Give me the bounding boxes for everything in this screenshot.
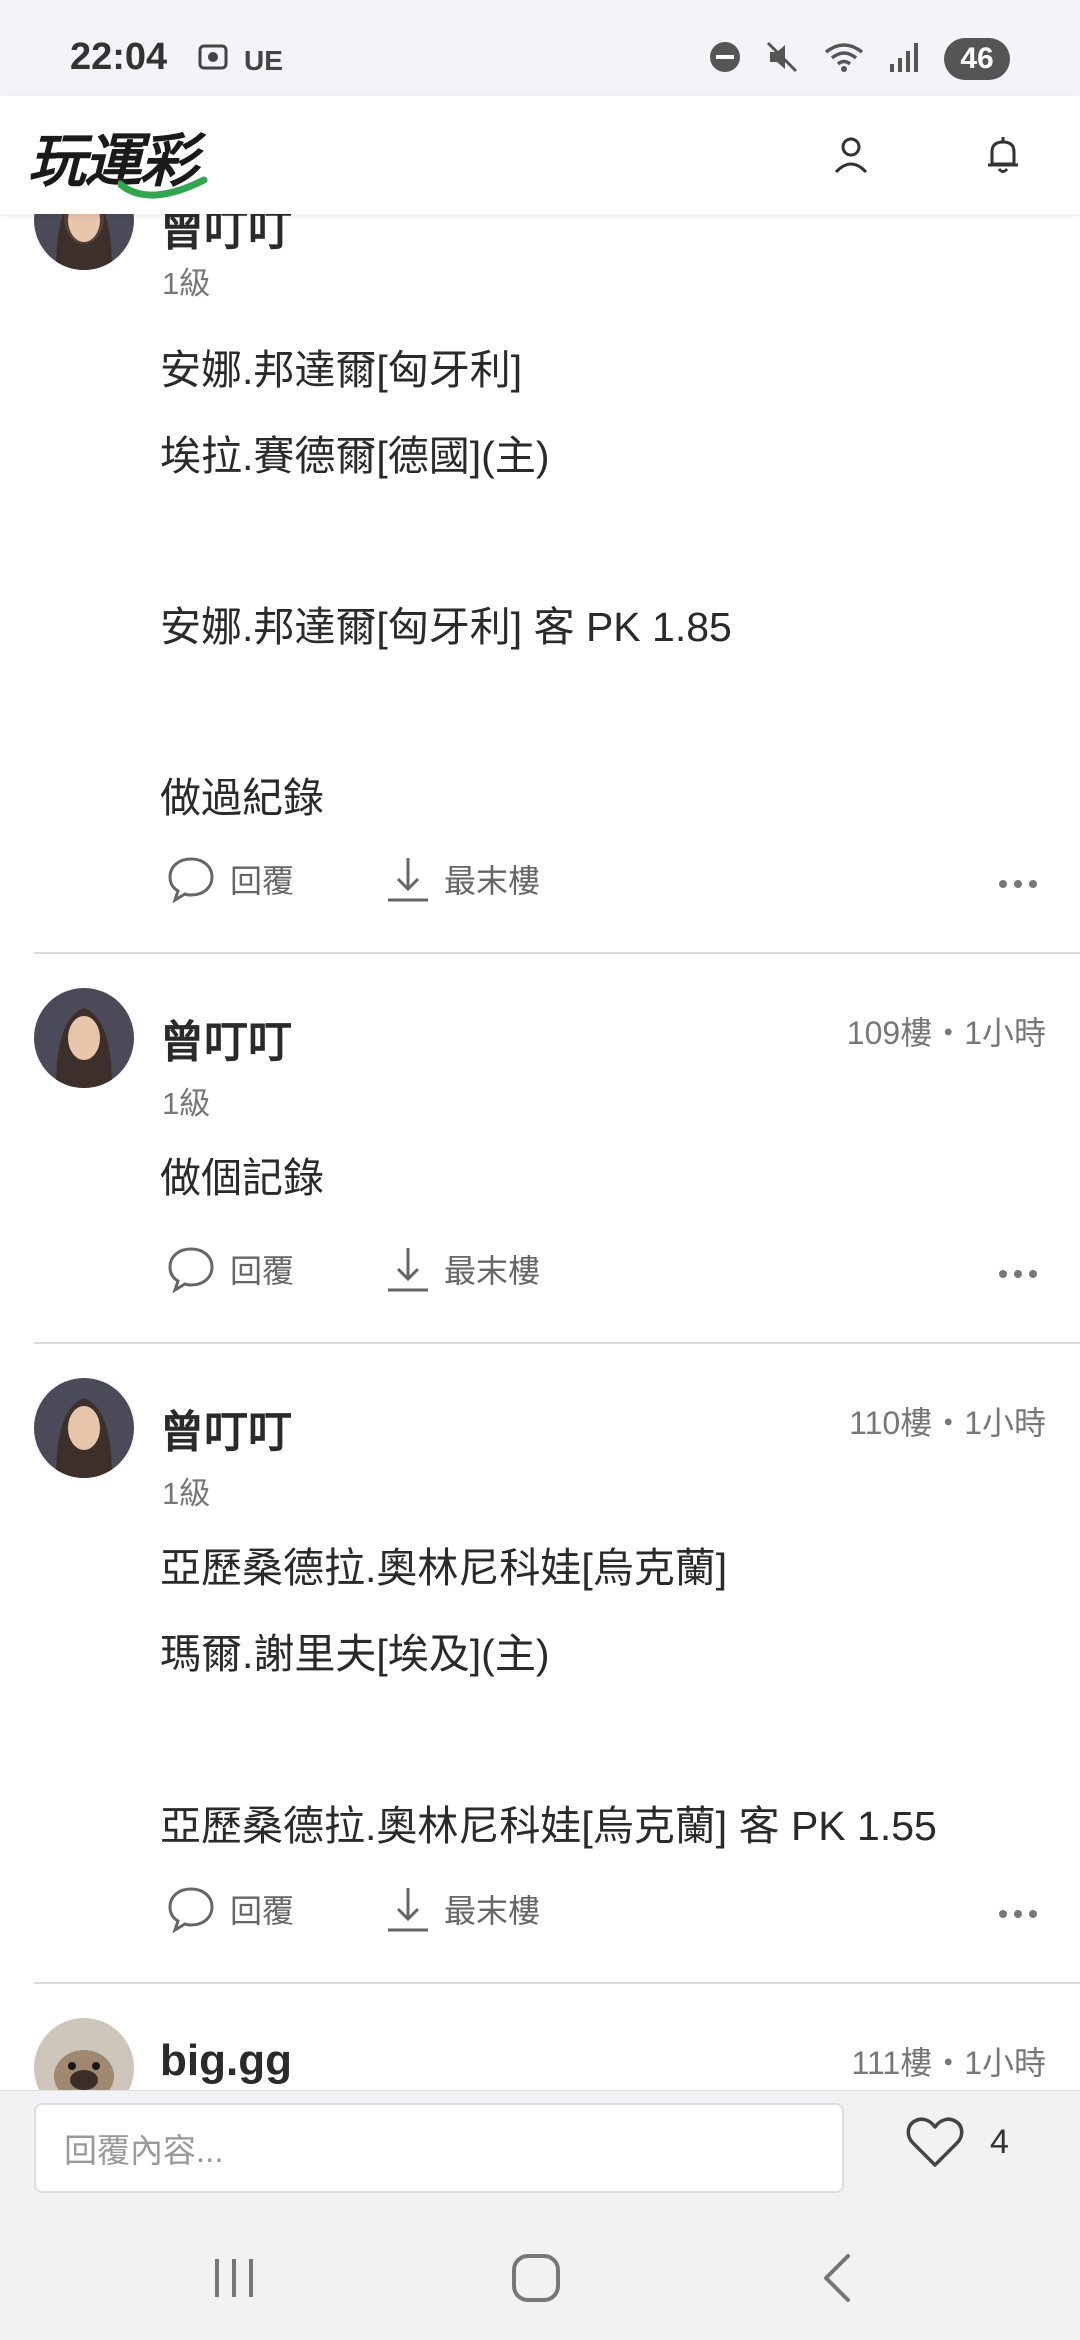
post-body-line: 埃拉.賽德爾[德國](主) [160,433,550,479]
avatar[interactable] [34,2018,134,2090]
user-icon[interactable] [828,132,874,178]
status-time: 22:04 [70,36,168,78]
app-logo[interactable]: 玩運彩 [28,116,208,199]
comment-icon [168,1887,214,1934]
avatar[interactable] [34,1378,134,1478]
wifi-icon [822,40,866,79]
more-icon[interactable] [998,1244,1038,1304]
more-icon[interactable] [998,854,1038,914]
download-icon [388,858,428,902]
avatar[interactable] [34,988,134,1088]
post-actions: 回覆 最末樓 [160,1244,1040,1304]
reply-label: 回覆 [230,1893,295,1929]
username[interactable]: 曾叮叮 [160,1006,292,1070]
post-body-line: 安娜.邦達爾[匈牙利] [160,347,523,393]
reply-label: 回覆 [230,863,295,899]
home-icon[interactable] [506,2248,566,2308]
user-level: 1級 [162,266,211,301]
post-body-line: 亞歷桑德拉.奧林尼科娃[烏克蘭] [160,1545,728,1591]
username[interactable]: big.gg [160,2036,292,2086]
reply-input[interactable]: 回覆內容... [34,2103,844,2193]
logo-swoosh-icon [118,176,208,199]
post-meta: 111樓・1小時 [851,2045,1046,2081]
carrier-tag: UE [244,45,283,76]
user-level: 1級 [162,1476,211,1511]
last-floor-label: 最末樓 [444,1893,541,1929]
heart-icon [906,2117,964,2167]
last-floor-label: 最末樓 [444,1253,541,1289]
recent-apps-icon[interactable] [204,2248,264,2308]
divider [34,952,1080,954]
reply-bar: 回覆內容... 4 [0,2090,1080,2204]
username[interactable]: 曾叮叮 [160,214,292,258]
username[interactable]: 曾叮叮 [160,1396,292,1460]
post-meta: 110樓・1小時 [849,1405,1046,1441]
post-actions: 回覆 最末樓 [160,1884,1040,1944]
mute-icon [764,39,800,80]
download-icon [388,1248,428,1292]
comment-icon [168,1247,214,1294]
bell-icon[interactable] [980,132,1026,178]
like-button[interactable]: 4 [906,2115,1009,2169]
divider [34,1342,1080,1344]
back-icon[interactable] [808,2248,868,2308]
avatar[interactable] [34,214,134,270]
status-bar: 22:04 UE 46 [0,0,1080,96]
post-body-line: 瑪爾.謝里夫[埃及](主) [160,1631,550,1677]
divider [34,1982,1080,1984]
reply-button[interactable]: 回覆 [166,1244,294,1294]
last-floor-button[interactable]: 最末樓 [386,854,540,904]
last-floor-label: 最末樓 [444,863,541,899]
post-actions: 回覆 最末樓 [160,854,1040,914]
reply-label: 回覆 [230,1253,295,1289]
last-floor-button[interactable]: 最末樓 [386,1884,540,1934]
post-body-line: 做過紀錄 [160,775,324,821]
reply-button[interactable]: 回覆 [166,1884,294,1934]
app-header: 玩運彩 [0,96,1080,214]
post-body-line: 亞歷桑德拉.奧林尼科娃[烏克蘭] 客 PK 1.55 [160,1803,937,1849]
thread-content[interactable]: 曾叮叮 1級 安娜.邦達爾[匈牙利] 埃拉.賽德爾[德國](主) 安娜.邦達爾[… [0,214,1080,2090]
more-icon[interactable] [998,1884,1038,1944]
screenshot-icon [196,40,230,82]
signal-icon [888,40,922,79]
post-body-line: 做個記錄 [160,1155,324,1201]
last-floor-button[interactable]: 最末樓 [386,1244,540,1294]
dnd-icon [708,40,742,79]
post-meta: 109樓・1小時 [846,1015,1046,1051]
user-level: 1級 [162,1086,211,1121]
system-nav-bar [0,2204,1080,2340]
comment-icon [168,857,214,904]
reply-button[interactable]: 回覆 [166,854,294,904]
battery-indicator: 46 [944,38,1010,80]
post-body-line: 安娜.邦達爾[匈牙利] 客 PK 1.85 [160,604,732,650]
like-count: 4 [990,2122,1009,2161]
download-icon [388,1888,428,1932]
